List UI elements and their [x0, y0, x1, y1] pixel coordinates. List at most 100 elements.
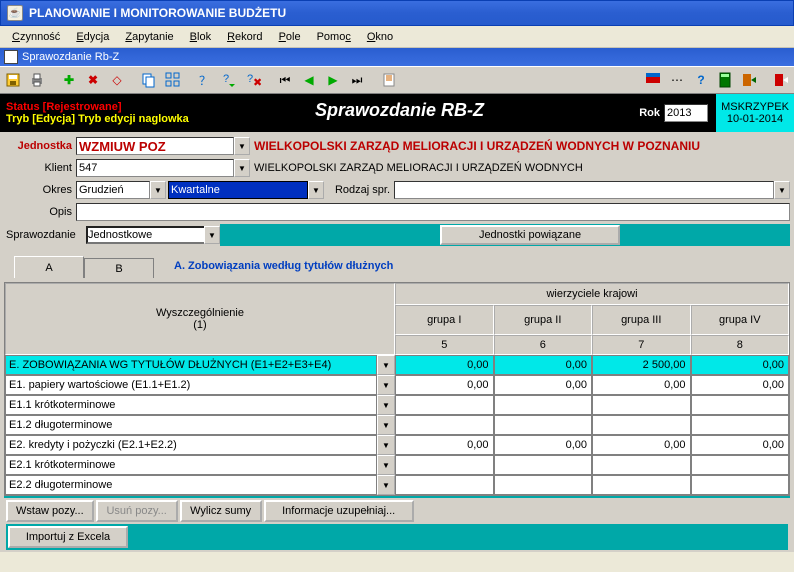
row-dropdown-icon[interactable]: ▼ — [377, 375, 395, 395]
rodzaj-input[interactable] — [394, 181, 774, 199]
wstaw-button[interactable]: Wstaw pozy... — [6, 500, 94, 522]
row-value-cell[interactable]: 0,00 — [691, 355, 790, 375]
sprawozdanie-dropdown-icon[interactable]: ▼ — [204, 226, 220, 244]
klient-full-name: WIELKOPOLSKI ZARZĄD MELIORACJI I URZĄDZE… — [250, 162, 790, 174]
next-record-icon[interactable]: ▶ — [322, 69, 344, 91]
grid-col-number: 5 — [395, 335, 494, 355]
row-value-cell[interactable] — [691, 415, 790, 435]
table-row: E1.1 krótkoterminowe▼ — [5, 395, 789, 415]
grid-icon[interactable] — [162, 69, 184, 91]
okres-type-input[interactable] — [168, 181, 308, 199]
menu-rekord[interactable]: Rekord — [219, 29, 270, 45]
uzupelniaj-button[interactable]: Informacje uzupełniaj... — [264, 500, 414, 522]
clear-icon[interactable]: ◇ — [106, 69, 128, 91]
row-dropdown-icon[interactable]: ▼ — [377, 435, 395, 455]
prev-record-icon[interactable]: ◀ — [298, 69, 320, 91]
okres-input[interactable] — [76, 181, 150, 199]
save-icon[interactable] — [2, 69, 24, 91]
menu-okno[interactable]: Okno — [359, 29, 401, 45]
toolbar: ✚ ✖ ◇ ？ ? ?✖ ⏮ ◀ ▶ ⏭ ⋯ ? — [0, 66, 794, 94]
menu-blok[interactable]: Blok — [182, 29, 219, 45]
row-value-cell[interactable] — [691, 475, 790, 495]
jednostka-dropdown-icon[interactable]: ▼ — [234, 137, 250, 155]
tool-b-icon[interactable]: ⋯ — [666, 69, 688, 91]
row-value-cell[interactable]: 0,00 — [494, 355, 593, 375]
row-label[interactable]: E2. kredyty i pożyczki (E2.1+E2.2) — [5, 435, 377, 455]
row-value-cell[interactable]: 0,00 — [395, 355, 494, 375]
row-value-cell[interactable] — [592, 475, 691, 495]
row-label[interactable]: E. ZOBOWIĄZANIA WG TYTUŁÓW DŁUŻNYCH (E1+… — [5, 355, 377, 375]
help-icon[interactable]: ? — [690, 69, 712, 91]
tool-a-icon[interactable] — [642, 69, 664, 91]
row-value-cell[interactable] — [592, 455, 691, 475]
row-value-cell[interactable]: 0,00 — [592, 375, 691, 395]
menu-pole[interactable]: Pole — [271, 29, 309, 45]
klient-dropdown-icon[interactable]: ▼ — [234, 159, 250, 177]
print-icon[interactable] — [26, 69, 48, 91]
row-value-cell[interactable]: 0,00 — [494, 375, 593, 395]
sprawozdanie-input[interactable] — [86, 226, 204, 244]
tab-a[interactable]: A — [14, 256, 84, 278]
menu-edycja[interactable]: Edycja — [68, 29, 117, 45]
find-icon[interactable]: ？ — [194, 69, 216, 91]
rodzaj-dropdown-icon[interactable]: ▼ — [774, 181, 790, 199]
last-record-icon[interactable]: ⏭ — [346, 69, 368, 91]
row-dropdown-icon[interactable]: ▼ — [377, 455, 395, 475]
row-value-cell[interactable] — [494, 455, 593, 475]
row-label[interactable]: E1.2 długoterminowe — [5, 415, 377, 435]
row-value-cell[interactable] — [395, 475, 494, 495]
row-value-cell[interactable] — [691, 455, 790, 475]
row-value-cell[interactable]: 0,00 — [592, 435, 691, 455]
menu-pomoc[interactable]: Pomoc — [309, 29, 359, 45]
table-row: E. ZOBOWIĄZANIA WG TYTUŁÓW DŁUŻNYCH (E1+… — [5, 355, 789, 375]
row-dropdown-icon[interactable]: ▼ — [377, 355, 395, 375]
klient-input[interactable] — [76, 159, 234, 177]
row-value-cell[interactable] — [592, 415, 691, 435]
usun-button[interactable]: Usuń pozy... — [96, 500, 178, 522]
row-label[interactable]: E2.2 długoterminowe — [5, 475, 377, 495]
exit-icon[interactable] — [738, 69, 760, 91]
row-value-cell[interactable] — [395, 455, 494, 475]
import-excel-button[interactable]: Importuj z Excela — [8, 526, 128, 548]
row-label[interactable]: E2.1 krótkoterminowe — [5, 455, 377, 475]
year-input[interactable] — [664, 104, 708, 122]
wylicz-button[interactable]: Wylicz sumy — [180, 500, 262, 522]
row-value-cell[interactable] — [592, 395, 691, 415]
attach-icon[interactable] — [378, 69, 400, 91]
menu-czynnosc[interactable]: CCzynnośćzynność — [4, 29, 68, 45]
row-value-cell[interactable]: 0,00 — [691, 375, 790, 395]
calc-icon[interactable] — [714, 69, 736, 91]
okres-dropdown-icon[interactable]: ▼ — [150, 181, 166, 199]
row-label[interactable]: E1. papiery wartościowe (E1.1+E1.2) — [5, 375, 377, 395]
find-cancel-icon[interactable]: ?✖ — [242, 69, 264, 91]
find-next-icon[interactable]: ? — [218, 69, 240, 91]
row-dropdown-icon[interactable]: ▼ — [377, 415, 395, 435]
row-dropdown-icon[interactable]: ▼ — [377, 395, 395, 415]
grid-col-number: 7 — [592, 335, 691, 355]
jednostki-powiazane-button[interactable]: Jednostki powiązane — [440, 225, 620, 245]
jednostka-input[interactable] — [76, 137, 234, 155]
tab-strip: A B A. Zobowiązania według tytułów dłużn… — [4, 254, 790, 278]
row-value-cell[interactable]: 2 500,00 — [592, 355, 691, 375]
row-value-cell[interactable] — [494, 415, 593, 435]
row-dropdown-icon[interactable]: ▼ — [377, 475, 395, 495]
tab-b[interactable]: B — [84, 258, 154, 278]
row-value-cell[interactable] — [395, 415, 494, 435]
opis-input[interactable] — [76, 203, 790, 221]
row-value-cell[interactable]: 0,00 — [691, 435, 790, 455]
copy-icon[interactable] — [138, 69, 160, 91]
menu-zapytanie[interactable]: Zapytanie — [117, 29, 181, 45]
row-value-cell[interactable]: 0,00 — [395, 435, 494, 455]
row-value-cell[interactable] — [395, 395, 494, 415]
row-value-cell[interactable] — [494, 395, 593, 415]
row-value-cell[interactable] — [691, 395, 790, 415]
row-value-cell[interactable] — [494, 475, 593, 495]
close-icon[interactable] — [770, 69, 792, 91]
okres-type-dropdown-icon[interactable]: ▼ — [308, 181, 324, 199]
add-icon[interactable]: ✚ — [58, 69, 80, 91]
first-record-icon[interactable]: ⏮ — [274, 69, 296, 91]
delete-icon[interactable]: ✖ — [82, 69, 104, 91]
row-value-cell[interactable]: 0,00 — [395, 375, 494, 395]
row-label[interactable]: E1.1 krótkoterminowe — [5, 395, 377, 415]
row-value-cell[interactable]: 0,00 — [494, 435, 593, 455]
